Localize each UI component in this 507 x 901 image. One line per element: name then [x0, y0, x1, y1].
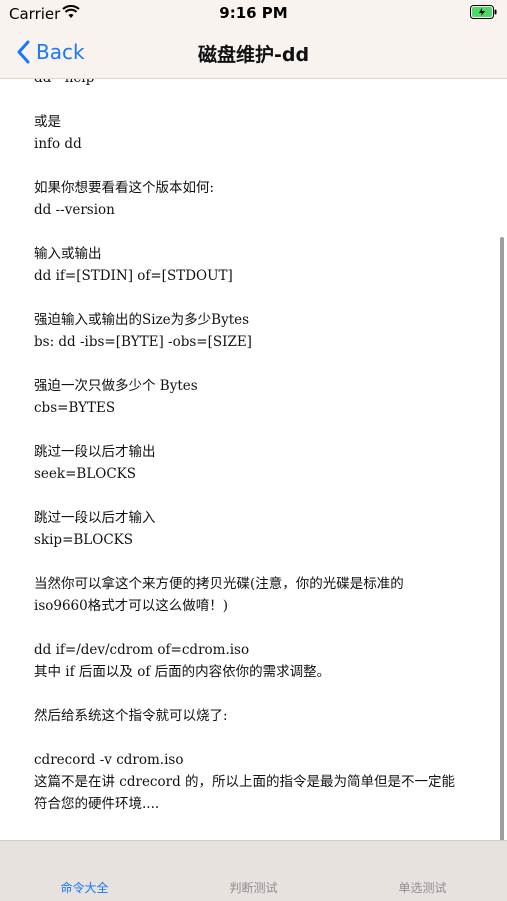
content-line: 符合您的硬件环境.... [34, 796, 160, 812]
content-line: dd if=/dev/cdrom of=cdrom.iso [34, 642, 250, 658]
content-line: 其中 if 后面以及 of 后面的内容依你的需求调整。 [34, 664, 331, 680]
scrollbar[interactable] [500, 237, 504, 840]
content-line: skip=BLOCKS [34, 532, 133, 548]
content-line: cbs=BYTES [34, 400, 116, 416]
content-line: 这篇不是在讲 cdrecord 的，所以上面的指令是最为简单但是不一定能 [34, 774, 456, 790]
content-line: 或是 [34, 114, 61, 130]
content-line [34, 617, 504, 639]
content-line: dd if=[STDIN] of=[STDOUT] [34, 268, 233, 284]
content-line [34, 89, 504, 111]
content-line: 强迫一次只做多少个 Bytes [34, 378, 198, 394]
navigation-bar: Back 磁盘维护-dd [0, 26, 507, 79]
tab-command-list[interactable]: 命令大全 [0, 879, 169, 896]
content-line [34, 419, 504, 441]
content-line: dd --version [34, 202, 115, 218]
content-line: bs: dd -ibs=[BYTE] -obs=[SIZE] [34, 334, 252, 350]
status-time: 9:16 PM [219, 4, 288, 22]
content-scroll-view[interactable]: dd --help 或是 info dd 如果你想要看看这个版本如何: dd -… [0, 79, 507, 840]
tab-single-choice-test[interactable]: 单选测试 [338, 879, 507, 896]
content-line [34, 221, 504, 243]
content-line [34, 353, 504, 375]
content-line [34, 727, 504, 749]
content-line: 跳过一段以后才输出 [34, 444, 156, 460]
content-line: 跳过一段以后才输入 [34, 510, 156, 526]
content-line [34, 683, 504, 705]
page-title: 磁盘维护-dd [197, 44, 310, 66]
content-text: dd --help 或是 info dd 如果你想要看看这个版本如何: dd -… [34, 79, 504, 815]
content-line [34, 485, 504, 507]
status-bar: Carrier 9:16 PM [0, 0, 507, 26]
content-line: dd --help [34, 79, 504, 89]
content-line: cdrecord -v cdrom.iso [34, 752, 184, 768]
content-line: 强迫输入或输出的Size为多少Bytes [34, 312, 250, 328]
content-line: seek=BLOCKS [34, 466, 137, 482]
battery-icon [470, 5, 497, 23]
tab-true-false-test[interactable]: 判断测试 [169, 879, 338, 896]
content-line: 输入或输出 [34, 246, 102, 262]
content-line [34, 551, 504, 573]
content-line: info dd [34, 136, 82, 152]
content-line: iso9660格式才可以这么做唷！) [34, 598, 228, 614]
content-line: 当然你可以拿这个来方便的拷贝光碟(注意，你的光碟是标准的 [34, 576, 404, 592]
content-line [34, 155, 504, 177]
content-line: 然后给系统这个指令就可以烧了: [34, 708, 228, 724]
content-line [34, 287, 504, 309]
content-line: 如果你想要看看这个版本如何: [34, 180, 215, 196]
tab-bar: 命令大全 判断测试 单选测试 [0, 840, 507, 901]
